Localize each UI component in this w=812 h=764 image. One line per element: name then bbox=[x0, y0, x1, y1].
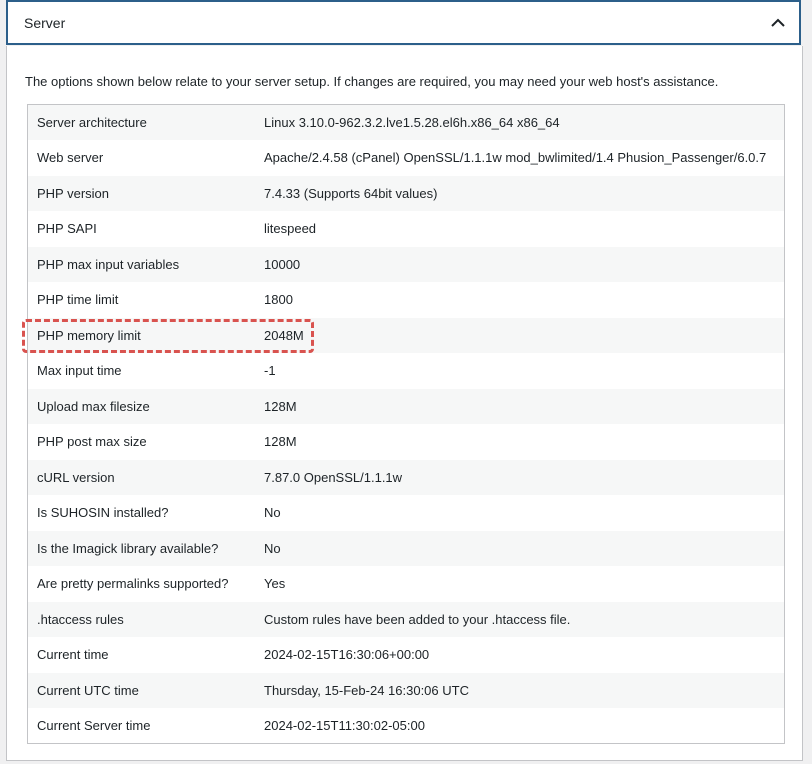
table-row: Is the Imagick library available? No bbox=[27, 530, 785, 566]
row-value: Custom rules have been added to your .ht… bbox=[264, 611, 571, 627]
row-label: Current time bbox=[37, 647, 109, 663]
row-value: Yes bbox=[264, 576, 286, 592]
row-value: 10000 bbox=[264, 256, 301, 272]
row-value: 2024-02-15T16:30:06+00:00 bbox=[264, 647, 430, 663]
table-row: PHP SAPI litespeed bbox=[27, 211, 785, 247]
row-label: .htaccess rules bbox=[37, 611, 124, 627]
divider bbox=[6, 760, 803, 764]
table-row: Are pretty permalinks supported? Yes bbox=[27, 566, 785, 602]
row-label: Current UTC time bbox=[37, 682, 139, 698]
row-label: PHP post max size bbox=[37, 434, 147, 450]
row-value: No bbox=[264, 540, 281, 556]
row-label: Upload max filesize bbox=[37, 398, 150, 414]
table-row: Is SUHOSIN installed? No bbox=[27, 495, 785, 531]
server-section-toggle[interactable]: Server bbox=[6, 0, 801, 45]
row-value: 2024-02-15T11:30:02-05:00 bbox=[264, 718, 425, 733]
table-row: Upload max filesize 128M bbox=[27, 388, 785, 424]
row-label: Current Server time bbox=[37, 718, 151, 733]
row-label: PHP SAPI bbox=[37, 221, 97, 237]
row-label: Max input time bbox=[37, 363, 122, 379]
row-value: 128M bbox=[264, 434, 297, 450]
row-label: PHP max input variables bbox=[37, 256, 180, 272]
row-label: PHP version bbox=[37, 185, 110, 201]
row-value: No bbox=[264, 505, 281, 521]
row-label: Server architecture bbox=[37, 115, 147, 130]
row-label: Are pretty permalinks supported? bbox=[37, 576, 229, 592]
table-row: .htaccess rules Custom rules have been ad… bbox=[27, 601, 785, 637]
row-value: 128M bbox=[264, 398, 297, 414]
intro-text: The options shown below relate to your s… bbox=[25, 74, 719, 89]
table-row: Max input time -1 bbox=[27, 353, 785, 389]
table-row: Server architecture Linux 3.10.0-962.3.2.… bbox=[27, 104, 785, 140]
row-label: Web server bbox=[37, 150, 104, 166]
site-health-server-panel: Server The options shown below relate to… bbox=[0, 0, 812, 764]
row-label: PHP memory limit bbox=[37, 327, 141, 343]
row-value: 1800 bbox=[264, 292, 293, 308]
row-label: cURL version bbox=[37, 469, 115, 485]
row-label: PHP time limit bbox=[37, 292, 119, 308]
row-value: Linux 3.10.0-962.3.2.lve1.5.28.el6h.x86_… bbox=[264, 115, 560, 130]
row-value: -1 bbox=[264, 363, 276, 379]
table-row: cURL version 7.87.0 OpenSSL/1.1.1w bbox=[27, 459, 785, 495]
table-row: Current time 2024-02-15T16:30:06+00:00 bbox=[27, 637, 785, 673]
table-row: Current UTC time Thursday, 15-Feb-24 16:3… bbox=[27, 672, 785, 708]
server-info-table: Server architecture Linux 3.10.0-962.3.2.… bbox=[27, 104, 785, 744]
table-row: PHP time limit 1800 bbox=[27, 282, 785, 318]
row-value: litespeed bbox=[264, 221, 317, 237]
row-value: 7.4.33 (Supports 64bit values) bbox=[264, 185, 438, 201]
row-value: Apache/2.4.58 (cPanel) OpenSSL/1.1.1w mo… bbox=[264, 150, 767, 166]
row-value: Thursday, 15-Feb-24 16:30:06 UTC bbox=[264, 682, 469, 698]
row-value: 7.87.0 OpenSSL/1.1.1w bbox=[264, 469, 403, 485]
section-content: The options shown below relate to your s… bbox=[6, 46, 803, 764]
table-row: PHP version 7.4.33 (Supports 64bit values… bbox=[27, 175, 785, 211]
row-label: Is SUHOSIN installed? bbox=[37, 505, 169, 521]
table-row: PHP post max size 128M bbox=[27, 424, 785, 460]
chevron-up-icon[interactable] bbox=[771, 16, 785, 30]
section-title: Server bbox=[24, 14, 66, 31]
table-row: PHP max input variables 10000 bbox=[27, 246, 785, 282]
table-row: Web server Apache/2.4.58 (cPanel) OpenSSL… bbox=[27, 140, 785, 176]
table-row: PHP memory limit 2048M bbox=[27, 317, 785, 353]
row-value: 2048M bbox=[264, 327, 304, 343]
row-label: Is the Imagick library available? bbox=[37, 540, 219, 556]
table-row: Current Server time 2024-02-15T11:30:02-0… bbox=[27, 708, 785, 744]
